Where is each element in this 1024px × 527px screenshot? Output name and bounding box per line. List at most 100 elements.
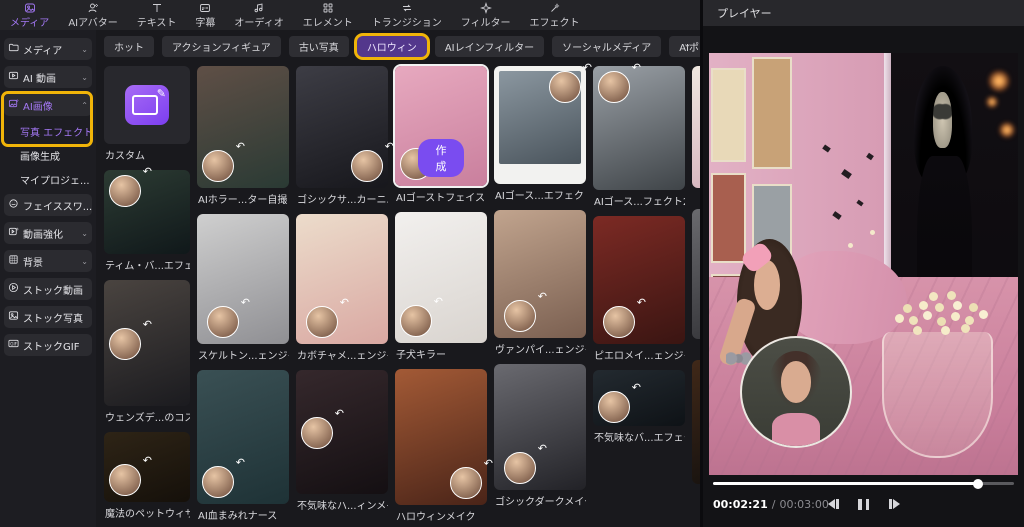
- effect-tile[interactable]: ↶: [197, 214, 289, 344]
- sidebar-item-label: メディア: [23, 45, 63, 57]
- face-avatar: ↶: [603, 296, 646, 338]
- flying-popcorn: [848, 242, 854, 248]
- tile-label: カボチャメ...ェンジャー: [297, 351, 388, 362]
- sidebar-item[interactable]: ストック動画: [4, 278, 92, 300]
- original-face-inset: [739, 335, 852, 448]
- effect-tile[interactable]: ↶: [494, 364, 586, 490]
- ai-video-icon: [8, 70, 19, 84]
- effect-tile[interactable]: ↶: [593, 216, 685, 344]
- face-swap-icon: [8, 198, 19, 212]
- category-chip[interactable]: アクションフィギュア: [162, 36, 281, 57]
- tab-filter[interactable]: フィルター: [461, 2, 511, 29]
- partial-tile[interactable]: [692, 66, 700, 188]
- effect-tile[interactable]: ↶作成: [395, 66, 487, 186]
- stock-photo-icon: [8, 310, 19, 324]
- face-avatar: ↶: [400, 295, 443, 337]
- effect-tile[interactable]: ↶: [395, 212, 487, 343]
- chevron-down-icon: ⌄: [81, 228, 88, 238]
- grid-column: ↶ AIホラー...ター自撮り ↶ スケルトン...ェンジャー ↶ AI血まみれナース: [197, 66, 289, 527]
- sidebar-item[interactable]: AI 動画 ⌄: [4, 66, 92, 88]
- effect-tile[interactable]: ↶: [593, 61, 685, 190]
- swap-arrow-icon: ↶: [537, 442, 547, 455]
- next-frame-button[interactable]: [888, 499, 900, 510]
- sidebar-item[interactable]: 写真 エフェクト: [4, 122, 92, 140]
- top-toolbar: メディア AIアバター テキスト 字幕 オーディオ エレメント トランジション フィルター エフ…: [0, 0, 700, 30]
- tile-label: カスタム: [105, 151, 145, 162]
- chevron-down-icon[interactable]: ⌄: [683, 37, 692, 50]
- sidebar-item[interactable]: 背景 ⌄: [4, 250, 92, 272]
- media-icon: [24, 2, 36, 17]
- tab-effect[interactable]: エフェクト: [530, 2, 580, 29]
- effect-tile[interactable]: ↶: [593, 370, 685, 426]
- sidebar-item[interactable]: 動画強化 ⌄: [4, 222, 92, 244]
- tab-media[interactable]: メディア: [10, 2, 49, 29]
- tile-label: AIゴース...フェクト2: [594, 197, 685, 208]
- tab-text[interactable]: テキスト: [137, 2, 176, 29]
- tab-element[interactable]: エレメント: [303, 2, 353, 29]
- effects-panel: ホット アクションフィギュア 古い写真 ハロウィン AIレインフィルター ソーシャルメディ…: [96, 30, 700, 527]
- ai-image-icon: [8, 98, 19, 112]
- sidebar-item[interactable]: AI画像 ⌃: [4, 94, 92, 116]
- tab-audio[interactable]: オーディオ: [234, 2, 284, 29]
- partial-tile[interactable]: [692, 209, 700, 339]
- string-light: [985, 96, 998, 109]
- sidebar-item[interactable]: マイプロジェ...: [4, 170, 92, 188]
- sidebar-item-label: 背景: [23, 257, 43, 269]
- category-chip[interactable]: ホット: [104, 36, 154, 57]
- tile-label: スケルトン...ェンジャー: [198, 351, 289, 362]
- tile-label: ハロウィンメイク: [396, 512, 476, 523]
- tile-label: 魔法のペットウィザード: [105, 509, 190, 520]
- sidebar-item[interactable]: ストックGIF: [4, 334, 92, 356]
- swap-arrow-icon: ↶: [240, 296, 250, 309]
- swap-arrow-icon: ↶: [631, 381, 641, 395]
- previous-frame-button[interactable]: [827, 499, 839, 510]
- effect-tile[interactable]: ↶: [104, 432, 190, 502]
- effect-tile[interactable]: ↶: [104, 165, 190, 254]
- tab-label: トランジション: [371, 17, 442, 29]
- effect-tile[interactable]: ↶: [296, 370, 388, 494]
- effect-tile[interactable]: ↶: [395, 369, 493, 505]
- sidebar-item-label: ストック写真: [23, 313, 83, 325]
- effect-thumbnail: [692, 360, 700, 484]
- effect-thumbnail: [104, 66, 190, 144]
- video-canvas[interactable]: [709, 53, 1018, 475]
- sidebar-item[interactable]: メディア ⌄: [4, 38, 92, 60]
- sidebar-item[interactable]: 画像生成: [4, 146, 92, 164]
- sidebar-item-label: マイプロジェ...: [20, 175, 90, 187]
- tab-subtitle[interactable]: 字幕: [195, 2, 215, 29]
- category-chip[interactable]: AIレインフィルター: [434, 36, 545, 57]
- tab-transition[interactable]: トランジション: [372, 2, 442, 29]
- create-button[interactable]: 作成: [418, 139, 464, 177]
- category-chip[interactable]: ハロウィン: [356, 36, 427, 57]
- category-chip[interactable]: ソーシャルメディア: [552, 36, 662, 57]
- element-icon: [322, 2, 334, 17]
- sidebar-item-label: AI画像: [23, 101, 53, 113]
- effect-tile[interactable]: ↶: [296, 66, 394, 188]
- stock-gif-icon: [8, 338, 19, 352]
- effect-tile[interactable]: ↶: [494, 61, 592, 184]
- effect-tile[interactable]: ↶: [197, 66, 289, 188]
- grid-column: ↶ AIゴース...フェクト2 ↶ ピエロメイ...ェンジャー ↶ 不気味なバ...エフェ…: [593, 61, 685, 527]
- sidebar-item[interactable]: ストック写真: [4, 306, 92, 328]
- pause-button[interactable]: [857, 498, 871, 510]
- effect-tile[interactable]: ↶: [104, 280, 190, 406]
- swap-arrow-icon: ↶: [537, 290, 547, 303]
- custom-tile[interactable]: [104, 66, 190, 144]
- chevron-down-icon: ⌄: [81, 256, 88, 266]
- partial-tile[interactable]: [692, 360, 700, 484]
- category-chip[interactable]: 古い写真: [288, 36, 349, 57]
- playback-progress-bar[interactable]: [713, 478, 1014, 489]
- movie-poster: [751, 56, 793, 170]
- swap-arrow-icon: ↶: [142, 165, 152, 178]
- effect-tile[interactable]: ↶: [197, 370, 289, 504]
- swap-arrow-icon: ↶: [334, 407, 344, 421]
- string-light: [999, 121, 1016, 138]
- effect-tile[interactable]: ↶: [494, 210, 586, 338]
- sidebar-item[interactable]: フェイススワ...⌄: [4, 194, 92, 216]
- effect-tile[interactable]: ↶: [296, 214, 388, 344]
- chevron-up-icon: ⌃: [81, 100, 88, 110]
- tab-avatar[interactable]: AIアバター: [68, 2, 118, 29]
- string-light: [988, 70, 1011, 93]
- progress-knob[interactable]: [972, 478, 983, 489]
- player-panel: プレイヤー 00:02:21 / 00:03:00: [703, 0, 1024, 527]
